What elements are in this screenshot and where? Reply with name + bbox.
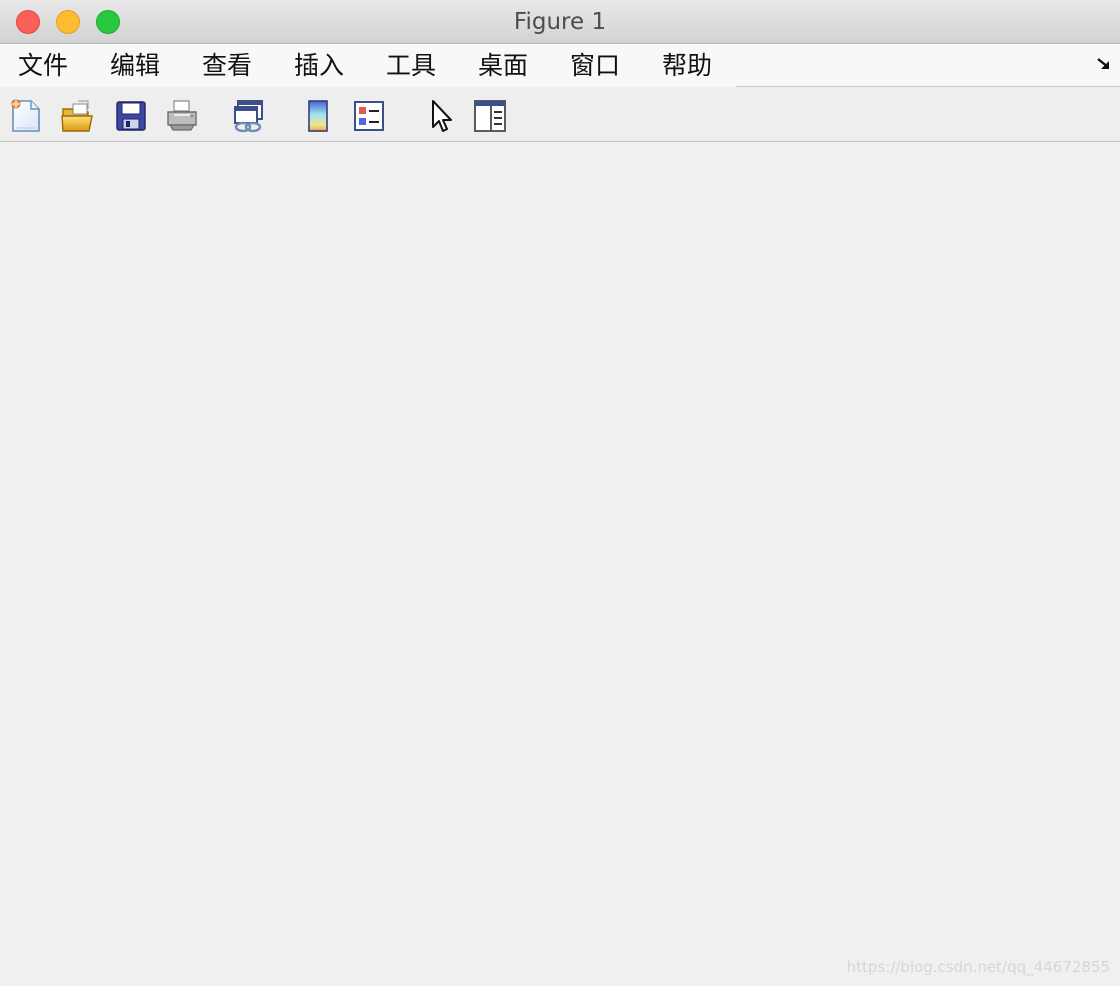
menubar-divider (736, 86, 1120, 87)
print-icon[interactable] (165, 98, 199, 134)
title-bar[interactable]: Figure 1 (0, 0, 1120, 44)
menu-help[interactable]: 帮助 (662, 49, 712, 83)
save-icon[interactable] (114, 98, 148, 134)
menu-view[interactable]: 查看 (202, 49, 252, 83)
watermark-text: https://blog.csdn.net/qq_44672855 (846, 958, 1110, 976)
menu-file[interactable]: 文件 (18, 49, 68, 83)
dock-arrow-icon[interactable] (1096, 56, 1112, 72)
menu-tools[interactable]: 工具 (386, 49, 436, 83)
menu-desktop[interactable]: 桌面 (478, 49, 528, 83)
open-file-icon[interactable] (60, 98, 94, 134)
menu-bar (0, 44, 1120, 87)
new-figure-icon[interactable] (9, 98, 43, 134)
figure-canvas[interactable] (0, 143, 1120, 986)
figure-window: Figure 1 文件 编辑 查看 插入 工具 桌面 窗口 帮助 https:/… (0, 0, 1120, 986)
link-plot-icon[interactable] (232, 98, 266, 134)
menu-insert[interactable]: 插入 (294, 49, 344, 83)
window-title: Figure 1 (513, 9, 607, 35)
menu-edit[interactable]: 编辑 (110, 49, 160, 83)
property-inspector-icon[interactable] (472, 98, 506, 134)
menu-window[interactable]: 窗口 (570, 49, 620, 83)
edit-plot-pointer-icon[interactable] (423, 98, 457, 134)
colorbar-icon[interactable] (301, 98, 335, 134)
legend-icon[interactable] (352, 98, 386, 134)
